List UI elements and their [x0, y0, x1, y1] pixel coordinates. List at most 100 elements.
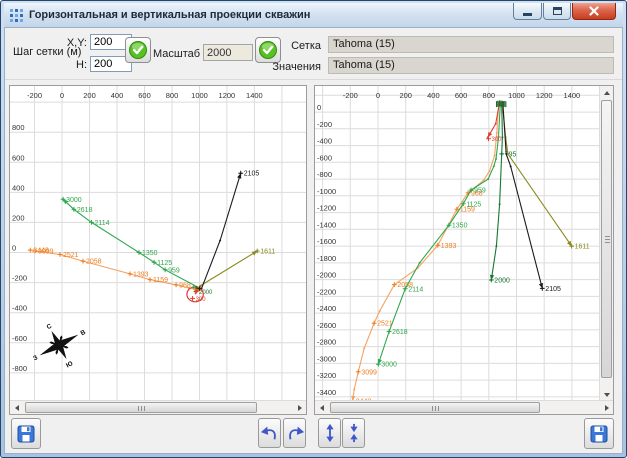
svg-text:0: 0 — [12, 244, 16, 253]
svg-text:1611: 1611 — [575, 244, 590, 251]
svg-text:200: 200 — [83, 91, 96, 100]
scroll-left-button[interactable] — [10, 401, 23, 414]
svg-text:2618: 2618 — [392, 329, 408, 336]
minimize-icon — [523, 13, 532, 16]
values-font-label: Значения — [261, 61, 321, 73]
apply-grid-step-button[interactable] — [125, 37, 151, 63]
vscroll-thumb[interactable] — [601, 100, 612, 378]
scroll-right-button[interactable] — [293, 401, 306, 414]
h-label: Н: — [61, 59, 87, 71]
values-font-field[interactable]: Tahoma (15) — [328, 57, 614, 74]
caption-buttons — [512, 3, 616, 20]
save-left-button[interactable] — [11, 418, 41, 449]
arrow-down-icon — [604, 393, 610, 397]
svg-text:0: 0 — [376, 91, 380, 100]
svg-text:-400: -400 — [317, 137, 332, 146]
svg-text:3448: 3448 — [33, 248, 49, 255]
svg-text:-1600: -1600 — [317, 237, 336, 246]
svg-text:Ю: Ю — [65, 360, 74, 369]
grid-icon — [9, 8, 23, 22]
vertical-chart-hscrollbar[interactable] — [315, 400, 613, 414]
svg-text:-1200: -1200 — [317, 204, 336, 213]
svg-text:600: 600 — [138, 91, 151, 100]
svg-text:-2800: -2800 — [317, 338, 336, 347]
scroll-up-button[interactable] — [600, 86, 613, 99]
svg-text:1200: 1200 — [536, 91, 553, 100]
vertical-projection-panel: -20002004006008001000120014000-200-400-6… — [314, 85, 614, 415]
arrow-right-icon — [605, 405, 609, 411]
svg-text:-600: -600 — [12, 334, 27, 343]
svg-text:2114: 2114 — [408, 286, 423, 293]
svg-text:-2600: -2600 — [317, 321, 336, 330]
svg-text:-3200: -3200 — [317, 371, 336, 380]
svg-text:0: 0 — [60, 91, 64, 100]
window-title: Горизонтальная и вертикальная проекции с… — [29, 9, 310, 21]
svg-text:2114: 2114 — [95, 220, 110, 227]
svg-text:-200: -200 — [317, 120, 332, 129]
undo-button[interactable] — [258, 418, 281, 448]
svg-text:300: 300 — [492, 137, 503, 143]
svg-text:3099: 3099 — [361, 369, 377, 376]
hscroll-thumb[interactable] — [330, 402, 540, 413]
svg-text:-1800: -1800 — [317, 254, 336, 263]
expand-vertical-icon — [320, 423, 340, 443]
vertical-projection-chart[interactable]: -20002004006008001000120014000-200-400-6… — [315, 86, 600, 401]
svg-text:600: 600 — [455, 91, 468, 100]
toolbar: Шаг сетки (м) X,Y: Н: Масштаб 1: Сетка T… — [5, 28, 622, 80]
svg-text:1400: 1400 — [246, 91, 263, 100]
svg-text:1393: 1393 — [441, 243, 457, 250]
svg-text:3000: 3000 — [381, 362, 397, 369]
svg-text:2058: 2058 — [86, 259, 102, 266]
svg-text:-2200: -2200 — [317, 287, 336, 296]
collapse-vertical-button[interactable] — [342, 418, 365, 448]
arrow-left-icon — [15, 405, 19, 411]
svg-text:1125: 1125 — [466, 201, 481, 208]
redo-button[interactable] — [283, 418, 306, 448]
svg-text:800: 800 — [12, 123, 25, 132]
svg-text:2618: 2618 — [77, 207, 93, 214]
hscroll-thumb[interactable] — [25, 402, 257, 413]
svg-text:-800: -800 — [317, 170, 332, 179]
grid-font-field[interactable]: Tahoma (15) — [328, 36, 614, 53]
close-button[interactable] — [572, 3, 616, 20]
scale-input[interactable] — [203, 44, 253, 61]
svg-text:З: З — [32, 354, 39, 362]
minimize-button[interactable] — [513, 3, 542, 20]
grid-font-label: Сетка — [261, 40, 321, 52]
vertical-chart-vscrollbar[interactable] — [599, 86, 613, 401]
svg-text:200: 200 — [12, 213, 25, 222]
horizontal-projection-chart[interactable]: -200020040060080010001200140080060040020… — [10, 86, 306, 401]
scroll-right-button[interactable] — [600, 401, 613, 414]
svg-text:1125: 1125 — [157, 260, 172, 267]
horizontal-projection-panel: -200020040060080010001200140080060040020… — [9, 85, 307, 415]
floppy-disk-icon — [589, 424, 609, 444]
xy-label: X,Y: — [61, 37, 87, 49]
redo-arrow-icon — [285, 423, 305, 443]
svg-text:1200: 1200 — [219, 91, 236, 100]
app-window: Горизонтальная и вертикальная проекции с… — [0, 0, 627, 458]
svg-text:1000: 1000 — [191, 91, 208, 100]
svg-text:1000: 1000 — [508, 91, 525, 100]
svg-text:200: 200 — [399, 91, 412, 100]
green-check-icon — [128, 40, 148, 60]
svg-text:1400: 1400 — [564, 91, 581, 100]
save-right-button[interactable] — [584, 418, 614, 449]
svg-text:-3400: -3400 — [317, 388, 336, 397]
collapse-vertical-icon — [344, 423, 364, 443]
undo-arrow-icon — [260, 423, 280, 443]
svg-text:3000: 3000 — [66, 197, 82, 204]
svg-text:-1400: -1400 — [317, 220, 336, 229]
svg-text:1159: 1159 — [153, 277, 168, 284]
svg-text:-200: -200 — [12, 274, 27, 283]
scroll-left-button[interactable] — [315, 401, 328, 414]
floppy-disk-icon — [16, 424, 36, 444]
arrow-left-icon — [320, 405, 324, 411]
svg-text:-2400: -2400 — [317, 304, 336, 313]
expand-vertical-button[interactable] — [318, 418, 341, 448]
svg-text:-2000: -2000 — [317, 271, 336, 280]
maximize-button[interactable] — [543, 3, 571, 20]
svg-text:В: В — [79, 329, 87, 338]
horizontal-chart-hscrollbar[interactable] — [10, 400, 306, 414]
svg-text:2521: 2521 — [63, 252, 79, 259]
svg-text:-800: -800 — [12, 364, 27, 373]
